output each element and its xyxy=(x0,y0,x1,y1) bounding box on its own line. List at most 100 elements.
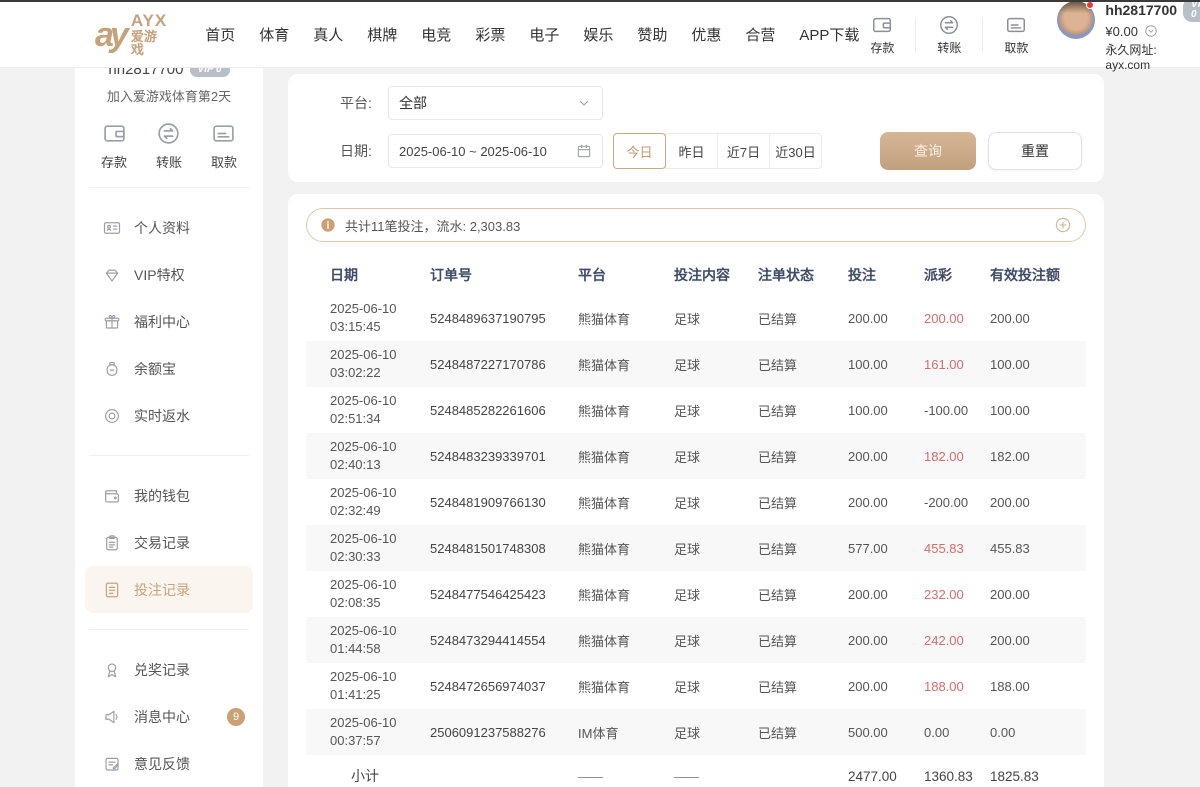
cell-platform: 熊猫体育 xyxy=(578,631,674,650)
user-block[interactable]: hh2817700 VIP 0 ¥0.00 永久网址: ayx.com xyxy=(1057,0,1200,72)
range-button[interactable]: 近30日 xyxy=(769,133,822,169)
cell-date: 2025-06-1002:32:49 xyxy=(330,484,430,519)
cell-content: 足球 xyxy=(674,493,758,512)
query-button[interactable]: 查询 xyxy=(880,132,976,170)
bets-icon xyxy=(103,581,121,599)
chevron-down-icon xyxy=(576,95,592,111)
header-action-transfer[interactable]: 转账 xyxy=(926,14,972,56)
sidebar-item-piggy[interactable]: 余额宝 xyxy=(85,345,253,392)
summary-text: 共计11笔投注，流水: 2,303.83 xyxy=(345,216,520,235)
cell-content: 足球 xyxy=(674,631,758,650)
nav-item[interactable]: 真人 xyxy=(313,24,343,45)
platform-select[interactable]: 全部 xyxy=(388,86,603,120)
sidebar-item-vip[interactable]: VIP特权 xyxy=(85,251,253,298)
cell-valid: 200.00 xyxy=(990,587,1086,602)
avatar[interactable] xyxy=(1057,1,1095,39)
cell-date: 2025-06-1002:51:34 xyxy=(330,392,430,427)
cell-content: 足球 xyxy=(674,585,758,604)
sidebar-quick-withdraw[interactable]: 取款 xyxy=(211,121,237,171)
brand-logo-icon: ay xyxy=(95,18,125,52)
cell-payout: 242.00 xyxy=(924,633,990,648)
transactions-icon xyxy=(103,534,121,552)
divider xyxy=(89,455,249,456)
nav-item[interactable]: APP下载 xyxy=(799,24,859,45)
table-row: 2025-06-1003:02:225248487227170786熊猫体育足球… xyxy=(306,341,1086,387)
sidebar-item-feedback[interactable]: 意见反馈 xyxy=(85,740,253,787)
wallet-icon xyxy=(103,487,121,505)
table-row: 2025-06-1003:15:455248489637190795熊猫体育足球… xyxy=(306,295,1086,341)
cell-payout: 200.00 xyxy=(924,311,990,326)
sidebar-quick-transfer[interactable]: 转账 xyxy=(156,121,182,171)
transfer-icon xyxy=(938,14,960,36)
nav-item[interactable]: 合营 xyxy=(745,24,775,45)
nav-item[interactable]: 电子 xyxy=(529,24,559,45)
date-range-value: 2025-06-10 ~ 2025-06-10 xyxy=(399,144,547,159)
table-header-row: 日期订单号平台投注内容注单状态投注派彩有效投注额 xyxy=(306,255,1086,295)
sidebar-item-message[interactable]: 消息中心9 xyxy=(85,693,253,740)
table-row: 2025-06-1002:51:345248485282261606熊猫体育足球… xyxy=(306,387,1086,433)
bet-records-panel: 共计11笔投注，流水: 2,303.83 日期订单号平台投注内容注单状态投注派彩… xyxy=(288,194,1104,787)
cell-platform: 熊猫体育 xyxy=(578,309,674,328)
nav-item[interactable]: 体育 xyxy=(259,24,289,45)
cell-status: 已结算 xyxy=(758,631,848,650)
cell-bet: 100.00 xyxy=(848,357,924,372)
table-row: 2025-06-1001:41:255248472656974037熊猫体育足球… xyxy=(306,663,1086,709)
balance-refresh-icon[interactable] xyxy=(1144,24,1158,38)
cell-content: 足球 xyxy=(674,447,758,466)
sidebar-item-wallet[interactable]: 我的钱包 xyxy=(85,472,253,519)
deposit-icon xyxy=(102,121,127,146)
vip-icon xyxy=(103,266,121,284)
nav-item[interactable]: 电竞 xyxy=(421,24,451,45)
nav-item[interactable]: 优惠 xyxy=(691,24,721,45)
main-content: 平台: 全部 日期: 2025-06-10 ~ 2025-06-10 今日昨日近… xyxy=(288,74,1104,787)
sidebar-item-transactions[interactable]: 交易记录 xyxy=(85,519,253,566)
date-range-input[interactable]: 2025-06-10 ~ 2025-06-10 xyxy=(388,134,603,168)
sidebar-item-id-card[interactable]: 个人资料 xyxy=(85,204,253,251)
cell-order: 5248477546425423 xyxy=(430,587,578,602)
range-button[interactable]: 近7日 xyxy=(717,133,770,169)
cell-order: 5248481909766130 xyxy=(430,495,578,510)
cell-date: 2025-06-1001:41:25 xyxy=(330,668,430,703)
nav-item[interactable]: 首页 xyxy=(205,24,235,45)
nav-item[interactable]: 棋牌 xyxy=(367,24,397,45)
subtotal-content: —— xyxy=(674,769,758,784)
cell-platform: 熊猫体育 xyxy=(578,585,674,604)
sidebar-item-prize[interactable]: 兑奖记录 xyxy=(85,646,253,693)
range-button[interactable]: 昨日 xyxy=(665,133,718,169)
reset-button[interactable]: 重置 xyxy=(988,132,1082,170)
sidebar-item-gift[interactable]: 福利中心 xyxy=(85,298,253,345)
cell-payout: 232.00 xyxy=(924,587,990,602)
header-action-deposit[interactable]: 存款 xyxy=(859,14,905,56)
column-header: 注单状态 xyxy=(758,265,848,285)
header-action-withdraw[interactable]: 取款 xyxy=(993,14,1039,56)
message-icon xyxy=(103,708,121,726)
range-button[interactable]: 今日 xyxy=(613,133,666,169)
filter-panel: 平台: 全部 日期: 2025-06-10 ~ 2025-06-10 今日昨日近… xyxy=(288,74,1104,182)
site-url: 永久网址: ayx.com xyxy=(1105,41,1195,72)
main-nav: 首页 体育 真人 棋牌 电竞 彩票 电子 娱乐 赞助 优惠 合营 APP下载 xyxy=(205,24,859,45)
join-days-text: 加入爱游戏体育第2天 xyxy=(75,86,263,105)
cell-payout: 161.00 xyxy=(924,357,990,372)
cell-payout: 0.00 xyxy=(924,725,990,740)
nav-item[interactable]: 娱乐 xyxy=(583,24,613,45)
brand-logo[interactable]: ay AYX 爱游戏 xyxy=(95,12,167,57)
sidebar-quick-actions: 存款转账取款 xyxy=(75,105,263,171)
nav-item[interactable]: 彩票 xyxy=(475,24,505,45)
cell-date: 2025-06-1002:30:33 xyxy=(330,530,430,565)
cell-order: 5248481501748308 xyxy=(430,541,578,556)
table-row: 2025-06-1000:37:572506091237588276IM体育足球… xyxy=(306,709,1086,755)
sidebar-quick-deposit[interactable]: 存款 xyxy=(101,121,127,171)
cell-bet: 200.00 xyxy=(848,633,924,648)
table-body: 2025-06-1003:15:455248489637190795熊猫体育足球… xyxy=(306,295,1086,755)
cell-order: 5248485282261606 xyxy=(430,403,578,418)
cell-valid: 455.83 xyxy=(990,541,1086,556)
divider xyxy=(89,187,249,188)
expand-plus-icon[interactable] xyxy=(1054,216,1072,234)
info-icon xyxy=(320,217,336,233)
cell-platform: 熊猫体育 xyxy=(578,677,674,696)
platform-select-value: 全部 xyxy=(399,93,427,113)
nav-item[interactable]: 赞助 xyxy=(637,24,667,45)
cell-bet: 200.00 xyxy=(848,587,924,602)
sidebar-item-bets[interactable]: 投注记录 xyxy=(85,566,253,613)
sidebar-item-rebate[interactable]: 实时返水 xyxy=(85,392,253,439)
